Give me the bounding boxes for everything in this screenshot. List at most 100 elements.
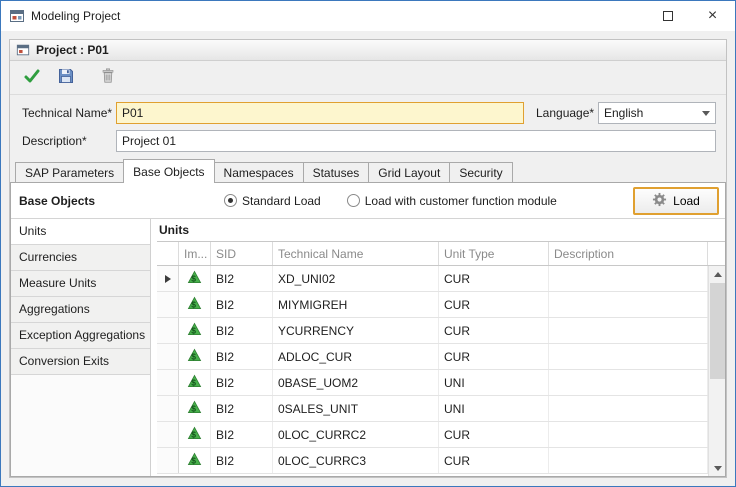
tab-grid-layout[interactable]: Grid Layout xyxy=(368,162,450,183)
row-selector-cell[interactable] xyxy=(157,266,179,291)
radio-customer-function[interactable]: Load with customer function module xyxy=(347,194,557,208)
cell-technical-name[interactable]: YCURRENCY xyxy=(273,318,439,343)
cell-sid[interactable]: BI2 xyxy=(211,370,273,395)
header-sid[interactable]: SID xyxy=(211,242,273,265)
currency-unit-icon: $ xyxy=(187,426,202,444)
import-cell[interactable]: $ xyxy=(179,448,211,473)
nav-item-measure-units[interactable]: Measure Units xyxy=(11,271,150,297)
import-cell[interactable]: $ xyxy=(179,370,211,395)
nav-item-aggregations[interactable]: Aggregations xyxy=(11,297,150,323)
import-cell[interactable]: $ xyxy=(179,396,211,421)
confirm-button[interactable] xyxy=(20,66,44,90)
maximize-button[interactable] xyxy=(645,1,690,31)
row-selector-cell[interactable] xyxy=(157,344,179,369)
cell-description[interactable] xyxy=(549,266,708,291)
nav-item-currencies[interactable]: Currencies xyxy=(11,245,150,271)
cell-unit-type[interactable]: CUR xyxy=(439,422,549,447)
cell-unit-type[interactable]: CUR xyxy=(439,448,549,473)
table-row[interactable]: $ BI2 0LOC_CURRC3 CUR xyxy=(157,448,708,474)
cell-description[interactable] xyxy=(549,344,708,369)
modeling-project-window: Modeling Project × Project : P01 xyxy=(0,0,736,487)
table-row[interactable]: $ BI2 ADLOC_CUR CUR xyxy=(157,344,708,370)
radio-unchecked-icon xyxy=(347,194,360,207)
chevron-down-icon xyxy=(702,111,710,116)
technical-name-input[interactable] xyxy=(116,102,524,124)
scroll-up-button[interactable] xyxy=(709,266,725,282)
radio-standard-load[interactable]: Standard Load xyxy=(224,194,321,208)
cell-technical-name[interactable]: 0LOC_CURRC3 xyxy=(273,448,439,473)
save-icon xyxy=(57,67,75,88)
table-row[interactable]: $ BI2 0LOC_CURRC2 CUR xyxy=(157,422,708,448)
tab-namespaces[interactable]: Namespaces xyxy=(214,162,304,183)
header-description[interactable]: Description xyxy=(549,242,708,265)
cell-unit-type[interactable]: UNI xyxy=(439,396,549,421)
language-select[interactable]: English xyxy=(598,102,716,124)
import-cell[interactable]: $ xyxy=(179,422,211,447)
row-selector-cell[interactable] xyxy=(157,318,179,343)
cell-sid[interactable]: BI2 xyxy=(211,318,273,343)
header-import[interactable]: Im... xyxy=(179,242,211,265)
description-input[interactable] xyxy=(116,130,716,152)
row-selector-cell[interactable] xyxy=(157,448,179,473)
cell-technical-name[interactable]: 0LOC_CURRC2 xyxy=(273,422,439,447)
scroll-thumb[interactable] xyxy=(710,283,725,379)
import-cell[interactable]: $ xyxy=(179,266,211,291)
table-row[interactable]: $ BI2 MIYMIGREH CUR xyxy=(157,292,708,318)
cell-technical-name[interactable]: ADLOC_CUR xyxy=(273,344,439,369)
save-button[interactable] xyxy=(54,66,78,90)
cell-sid[interactable]: BI2 xyxy=(211,292,273,317)
vertical-scrollbar[interactable] xyxy=(708,266,725,476)
cell-technical-name[interactable]: 0BASE_UOM2 xyxy=(273,370,439,395)
cell-unit-type[interactable]: CUR xyxy=(439,318,549,343)
cell-unit-type[interactable]: CUR xyxy=(439,292,549,317)
tab-statuses[interactable]: Statuses xyxy=(303,162,370,183)
tab-sap-parameters[interactable]: SAP Parameters xyxy=(15,162,124,183)
arrow-down-icon xyxy=(714,466,722,471)
cell-sid[interactable]: BI2 xyxy=(211,448,273,473)
table-row[interactable]: $ BI2 XD_UNI02 CUR xyxy=(157,266,708,292)
close-button[interactable]: × xyxy=(690,1,735,31)
tab-base-objects[interactable]: Base Objects xyxy=(123,159,214,183)
table-row[interactable]: $ BI2 YCURRENCY CUR xyxy=(157,318,708,344)
cell-sid[interactable]: BI2 xyxy=(211,396,273,421)
cell-sid[interactable]: BI2 xyxy=(211,266,273,291)
nav-item-units[interactable]: Units xyxy=(11,219,150,245)
project-icon xyxy=(16,43,30,57)
row-selector-cell[interactable] xyxy=(157,396,179,421)
delete-button[interactable] xyxy=(96,66,120,90)
table-row[interactable]: $ BI2 0BASE_UOM2 UNI xyxy=(157,370,708,396)
cell-sid[interactable]: BI2 xyxy=(211,344,273,369)
import-cell[interactable]: $ xyxy=(179,292,211,317)
nav-item-exception-aggregations[interactable]: Exception Aggregations xyxy=(11,323,150,349)
table-row[interactable]: $ BI2 0SALES_UNIT UNI xyxy=(157,396,708,422)
cell-description[interactable] xyxy=(549,370,708,395)
scroll-down-button[interactable] xyxy=(709,460,725,476)
cell-technical-name[interactable]: 0SALES_UNIT xyxy=(273,396,439,421)
load-button[interactable]: Load xyxy=(633,187,719,215)
cell-description[interactable] xyxy=(549,422,708,447)
cell-technical-name[interactable]: MIYMIGREH xyxy=(273,292,439,317)
currency-unit-icon: $ xyxy=(187,296,202,314)
cell-unit-type[interactable]: CUR xyxy=(439,266,549,291)
currency-unit-icon: $ xyxy=(187,452,202,470)
cell-description[interactable] xyxy=(549,292,708,317)
import-cell[interactable]: $ xyxy=(179,344,211,369)
nav-item-conversion-exits[interactable]: Conversion Exits xyxy=(11,349,150,375)
cell-sid[interactable]: BI2 xyxy=(211,422,273,447)
units-table-header: Im... SID Technical Name Unit Type Descr… xyxy=(157,242,725,266)
cell-description[interactable] xyxy=(549,448,708,473)
row-selector-cell[interactable] xyxy=(157,292,179,317)
row-selector-cell[interactable] xyxy=(157,370,179,395)
language-dropdown-button[interactable] xyxy=(697,103,715,123)
header-technical-name[interactable]: Technical Name xyxy=(273,242,439,265)
cell-description[interactable] xyxy=(549,396,708,421)
tab-security[interactable]: Security xyxy=(449,162,512,183)
cell-unit-type[interactable]: UNI xyxy=(439,370,549,395)
cell-description[interactable] xyxy=(549,318,708,343)
row-selector-cell[interactable] xyxy=(157,422,179,447)
import-cell[interactable]: $ xyxy=(179,318,211,343)
cell-unit-type[interactable]: CUR xyxy=(439,344,549,369)
project-group-header: Project : P01 xyxy=(10,40,726,61)
cell-technical-name[interactable]: XD_UNI02 xyxy=(273,266,439,291)
header-unit-type[interactable]: Unit Type xyxy=(439,242,549,265)
